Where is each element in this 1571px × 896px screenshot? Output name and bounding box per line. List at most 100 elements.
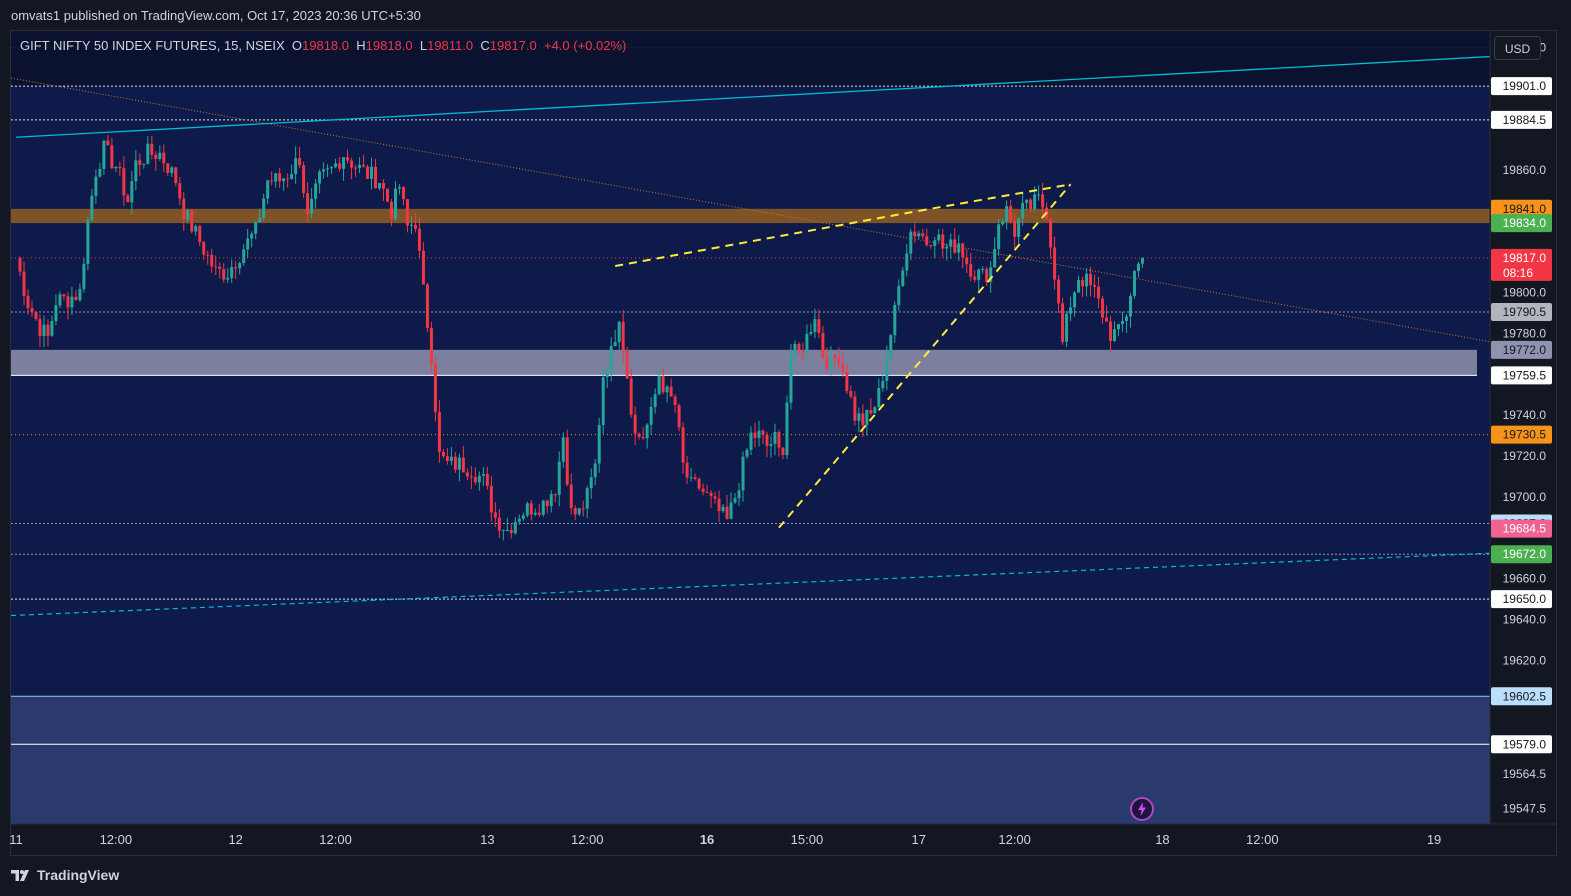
candle-body <box>1093 285 1097 287</box>
price-tick-label: 19547.5 <box>1503 802 1547 816</box>
candle-body <box>929 244 933 247</box>
candle-body <box>937 234 941 241</box>
candle-body <box>310 198 314 214</box>
candle-body <box>713 496 717 499</box>
candle-body <box>805 333 809 353</box>
candle-body <box>741 456 745 491</box>
candle-body <box>525 503 529 516</box>
lightning-icon[interactable] <box>1130 797 1154 821</box>
candle-body <box>290 173 294 179</box>
candle-body <box>553 494 557 496</box>
candle-body <box>266 180 270 199</box>
candle-body <box>94 176 98 196</box>
candle-body <box>134 160 138 182</box>
candle-body <box>182 198 186 220</box>
candle-body <box>238 263 242 269</box>
candle-body <box>154 154 158 160</box>
candle-body <box>853 396 857 421</box>
chart-canvas[interactable]: 19920.019860.019800.019780.019740.019720… <box>0 0 1571 896</box>
resistance-band[interactable] <box>11 208 1490 224</box>
close-label: C <box>480 38 490 53</box>
candle-body <box>318 171 322 184</box>
candle-body <box>537 512 541 515</box>
candle-body <box>98 168 102 177</box>
candle-body <box>445 456 449 462</box>
candle-body <box>585 488 589 509</box>
time-tick-label: 12:00 <box>571 832 604 847</box>
candle-body <box>901 270 905 287</box>
candle-body <box>557 461 561 495</box>
candle-body <box>1117 324 1121 330</box>
candle-body <box>953 239 957 253</box>
time-tick-label: 13 <box>480 832 494 847</box>
candle-body <box>649 406 653 425</box>
candle-body <box>62 294 66 297</box>
candle-body <box>729 502 733 519</box>
candle-body <box>721 506 725 512</box>
candle-body <box>1113 329 1117 342</box>
candle-body <box>561 437 565 462</box>
candle-body <box>777 431 781 448</box>
candle-body <box>186 209 190 220</box>
candle-body <box>817 319 821 333</box>
candle-body <box>146 143 150 164</box>
zone-bottom <box>11 696 1490 824</box>
price-label-text: 19817.0 <box>1503 251 1547 265</box>
candle-body <box>725 506 729 519</box>
candle-body <box>210 254 214 267</box>
currency-button[interactable]: USD <box>1494 36 1541 60</box>
candle-body <box>413 224 417 229</box>
candle-body <box>505 529 509 531</box>
candle-body <box>641 436 645 439</box>
symbol-title[interactable]: GIFT NIFTY 50 INDEX FUTURES, 15, NSEIX <box>20 38 285 53</box>
candle-body <box>481 473 485 476</box>
tradingview-logo[interactable]: TradingView <box>11 867 119 883</box>
candle-body <box>829 354 833 369</box>
candle-body <box>693 477 697 479</box>
candle-body <box>913 231 917 237</box>
price-tick-label: 19860.0 <box>1503 163 1547 177</box>
candle-body <box>166 163 170 173</box>
candle-body <box>837 358 841 364</box>
candle-body <box>382 183 386 189</box>
candle-body <box>1005 206 1009 222</box>
price-label-text: 19650.0 <box>1503 592 1547 606</box>
candle-body <box>969 264 973 277</box>
candle-body <box>1077 279 1081 293</box>
candle-body <box>385 188 389 202</box>
candle-body <box>669 386 673 397</box>
candle-body <box>849 391 853 397</box>
candle-body <box>433 363 437 413</box>
price-label-text: 19684.5 <box>1503 522 1547 536</box>
candle-body <box>334 163 338 168</box>
candle-body <box>298 158 302 166</box>
candle-body <box>106 140 110 146</box>
candle-body <box>645 424 649 439</box>
candle-body <box>493 512 497 518</box>
candle-body <box>425 284 429 329</box>
candle-body <box>545 500 549 507</box>
support-band[interactable] <box>11 349 1477 376</box>
candle-body <box>593 463 597 478</box>
candle-body <box>306 193 310 214</box>
candle-body <box>366 166 370 179</box>
candle-body <box>661 375 665 393</box>
candle-body <box>781 447 785 456</box>
candle-body <box>1101 298 1105 318</box>
candle-body <box>1120 321 1124 325</box>
candle-body <box>86 219 90 264</box>
candle-body <box>1081 279 1085 287</box>
candle-body <box>769 443 773 446</box>
price-tick-label: 19640.0 <box>1503 613 1547 627</box>
candle-body <box>1057 279 1061 304</box>
candle-body <box>46 324 50 336</box>
candle-body <box>453 456 457 470</box>
price-tick-label: 19720.0 <box>1503 449 1547 463</box>
candle-body <box>825 357 829 369</box>
candle-body <box>513 521 517 534</box>
candle-body <box>378 183 382 189</box>
time-tick-label: 12 <box>228 832 242 847</box>
candle-body <box>1140 257 1144 264</box>
candle-body <box>1124 316 1128 322</box>
candle-body <box>809 332 813 334</box>
